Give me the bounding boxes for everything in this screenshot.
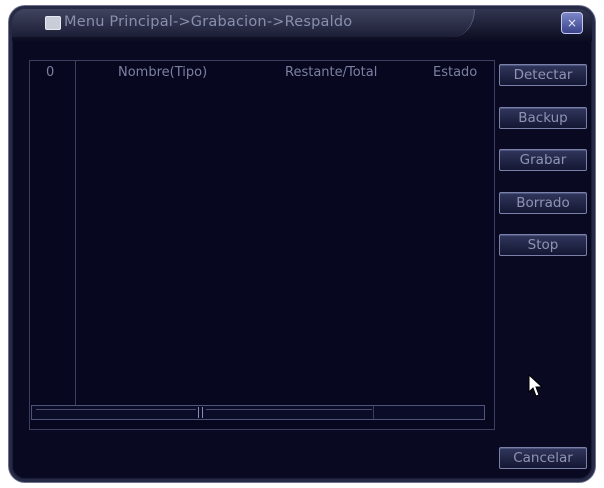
title-bar: Menu Principal->Grabacion->Respaldo × — [12, 9, 592, 41]
column-header-name: Nombre(Tipo) — [118, 65, 208, 80]
column-divider — [75, 61, 76, 405]
mouse-pointer-icon — [528, 374, 544, 397]
window-title: Menu Principal->Grabacion->Respaldo — [64, 14, 353, 30]
title-tab: Menu Principal->Grabacion->Respaldo — [12, 9, 475, 37]
close-icon[interactable]: × — [561, 12, 583, 34]
column-header-index: 0 — [46, 65, 55, 80]
record-button[interactable]: Grabar — [499, 149, 587, 171]
scrollbar-thumb[interactable] — [198, 407, 203, 418]
column-header-status: Estado — [433, 65, 478, 80]
stop-button[interactable]: Stop — [499, 234, 587, 256]
scrollbar-track-left — [36, 409, 196, 410]
backup-dialog: Menu Principal->Grabacion->Respaldo × 0 … — [9, 6, 595, 482]
erase-button[interactable]: Borrado — [499, 192, 587, 214]
backup-button[interactable]: Backup — [499, 107, 587, 129]
detect-button[interactable]: Detectar — [499, 64, 587, 86]
folder-icon — [45, 16, 61, 30]
cancel-button[interactable]: Cancelar — [499, 447, 587, 469]
scrollbar-divider — [373, 406, 374, 419]
horizontal-scrollbar[interactable] — [31, 405, 485, 420]
device-list[interactable]: 0 Nombre(Tipo) Restante/Total Estado — [29, 60, 495, 430]
column-header-remaining-total: Restante/Total — [285, 65, 378, 80]
scrollbar-track-right — [206, 409, 372, 410]
